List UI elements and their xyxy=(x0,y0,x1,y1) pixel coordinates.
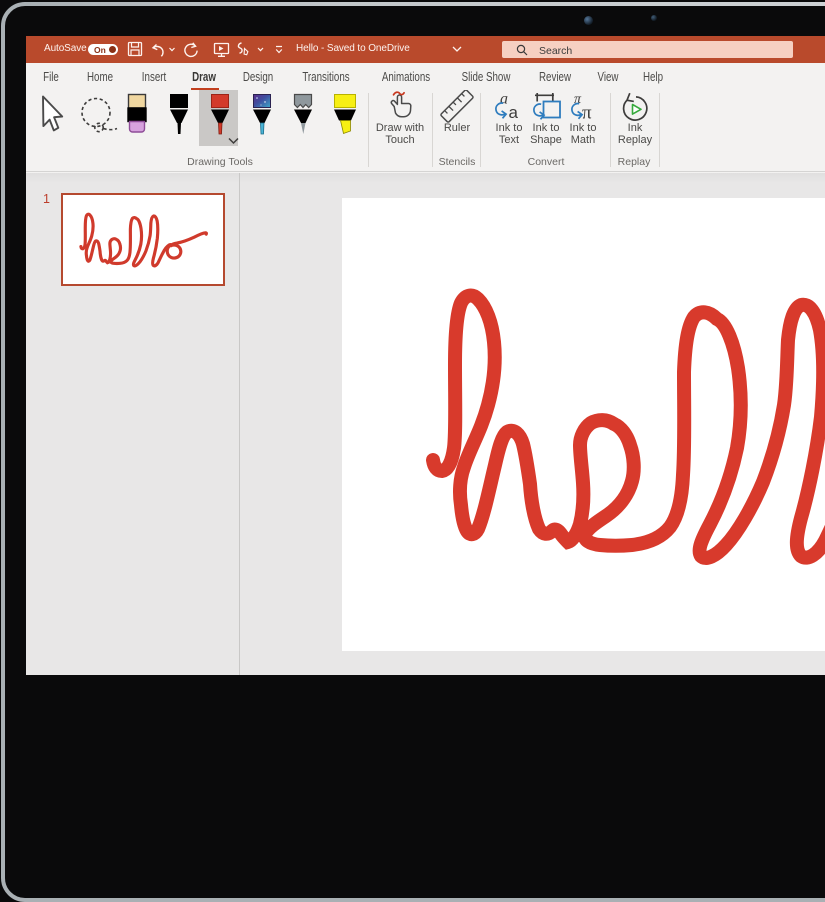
svg-text:π: π xyxy=(582,103,592,124)
svg-text:a: a xyxy=(500,91,508,108)
svg-text:a: a xyxy=(509,103,519,122)
